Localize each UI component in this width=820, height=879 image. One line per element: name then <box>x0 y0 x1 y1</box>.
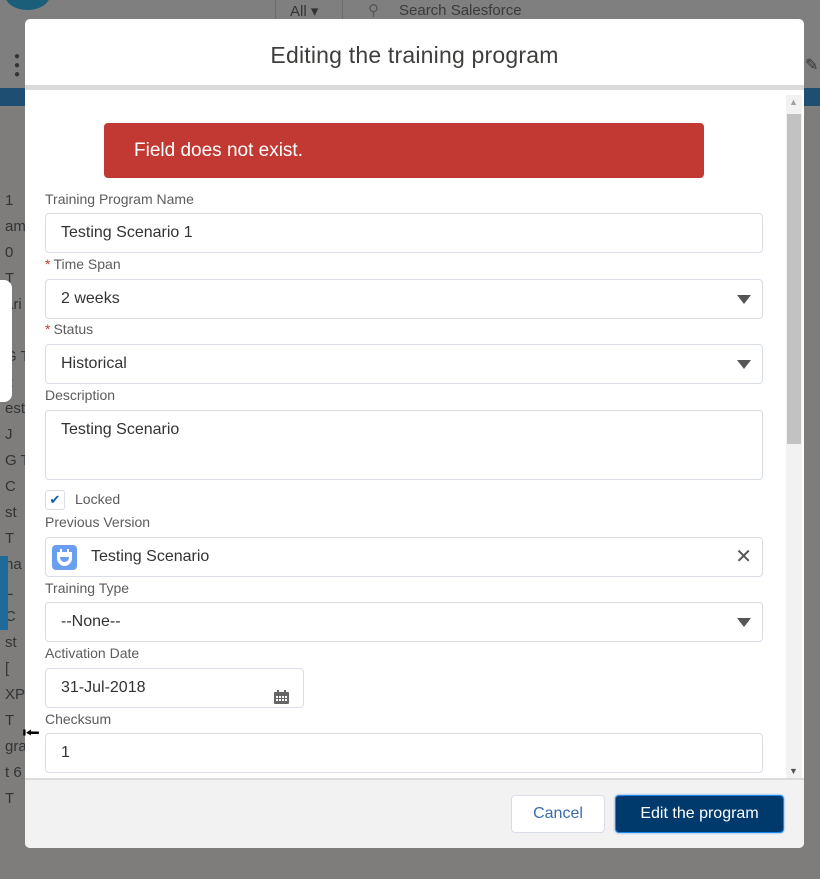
previous-version-label: Previous Version <box>45 514 151 530</box>
name-value: Testing Scenario 1 <box>61 224 193 241</box>
background-list-fragment: T <box>5 790 15 807</box>
error-message: Field does not exist. <box>104 123 704 178</box>
background-list-fragment: C <box>5 478 16 495</box>
training-type-value: --None-- <box>61 613 121 630</box>
previous-version-lookup[interactable]: Testing Scenario ✕ <box>45 537 763 577</box>
background-list-fragment: est <box>5 400 25 417</box>
scope-label: All <box>290 3 307 20</box>
chevron-down-icon <box>737 618 751 627</box>
search-placeholder: Search Salesforce <box>399 2 522 19</box>
name-input[interactable]: Testing Scenario 1 <box>45 213 763 253</box>
app-launcher-icon[interactable]: ● ● ● <box>14 52 22 80</box>
training-type-label: Training Type <box>45 580 130 596</box>
edit-icon[interactable]: ✎ <box>805 55 818 75</box>
background-list-fragment: J <box>5 426 13 443</box>
locked-label: Locked <box>75 491 121 507</box>
modal-footer: Cancel Edit the program <box>25 778 804 848</box>
locked-checkbox[interactable]: ✔ <box>45 490 65 510</box>
status-label-text: Status <box>53 321 94 337</box>
training-type-select[interactable]: --None-- <box>45 602 763 642</box>
background-list-fragment: am <box>5 218 25 235</box>
background-list-fragment: t 6 <box>5 764 22 781</box>
status-select[interactable]: Historical <box>45 344 763 384</box>
chevron-down-icon <box>737 360 751 369</box>
status-label: * Status <box>45 321 93 337</box>
checksum-input[interactable]: 1 <box>45 733 763 773</box>
background-list-fragment: XP <box>5 686 25 703</box>
salesforce-logo <box>5 0 50 10</box>
activation-date-label: Activation Date <box>45 645 140 661</box>
cancel-button[interactable]: Cancel <box>511 795 605 833</box>
background-list-fragment: st <box>5 504 17 521</box>
global-search[interactable]: ⚲ Search Salesforce <box>368 1 522 19</box>
activation-date-input[interactable]: 31-Jul-2018 <box>45 668 304 708</box>
time-span-select[interactable]: 2 weeks <box>45 279 763 319</box>
description-label: Description <box>45 387 116 403</box>
activation-date-value: 31-Jul-2018 <box>61 679 146 696</box>
time-span-label: * Time Span <box>45 256 121 272</box>
background-list-fragment: 1 <box>5 192 14 209</box>
modal-header: Editing the training program <box>25 19 804 90</box>
modal-scrollbar[interactable]: ▲ ▼ <box>786 95 802 778</box>
name-label: Training Program Name <box>45 191 194 207</box>
time-span-label-text: Time Span <box>53 256 121 272</box>
time-span-value: 2 weeks <box>61 290 120 307</box>
background-card <box>0 280 12 402</box>
modal-title: Editing the training program <box>270 42 559 68</box>
description-value: Testing Scenario <box>61 421 180 438</box>
scroll-down-icon[interactable]: ▼ <box>789 766 798 776</box>
checksum-label: Checksum <box>45 711 112 727</box>
scroll-up-icon[interactable]: ▲ <box>789 97 798 107</box>
checksum-value: 1 <box>61 744 70 761</box>
required-marker: * <box>45 321 51 337</box>
edit-program-button[interactable]: Edit the program <box>615 795 784 833</box>
modal-body: Field does not exist. Training Program N… <box>25 95 804 778</box>
background-selected-item <box>0 556 8 630</box>
close-icon[interactable]: ✕ <box>735 538 752 576</box>
background-list-fragment: G T <box>5 452 25 469</box>
chevron-down-icon <box>737 295 751 304</box>
required-marker: * <box>45 256 51 272</box>
background-list-fragment: st <box>5 634 17 651</box>
background-list-fragment: 0 <box>5 244 14 261</box>
scrollbar-thumb[interactable] <box>787 114 801 444</box>
previous-version-value: Testing Scenario <box>91 548 210 565</box>
description-textarea[interactable]: Testing Scenario <box>45 410 763 480</box>
calendar-icon[interactable] <box>274 681 289 719</box>
search-icon: ⚲ <box>368 2 379 19</box>
status-value: Historical <box>61 355 127 372</box>
background-list-fragment: T <box>5 530 15 547</box>
training-program-icon <box>52 545 77 570</box>
background-list-fragment: [ <box>5 660 10 677</box>
mouse-cursor-icon: ⭰ <box>22 720 41 747</box>
edit-modal: Editing the training program Field does … <box>25 19 804 848</box>
